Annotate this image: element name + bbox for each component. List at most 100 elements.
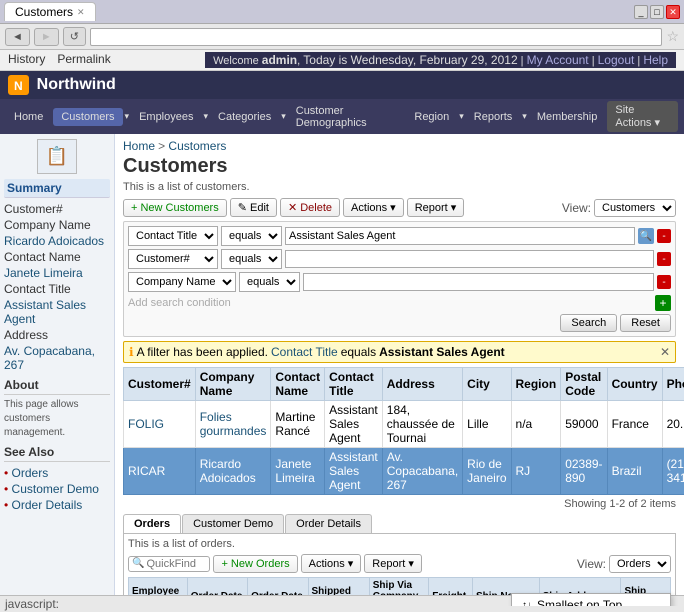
company-link-folig[interactable]: Folies gourmandes — [200, 410, 267, 438]
new-customers-btn[interactable]: + New Customers — [123, 199, 227, 217]
help-link[interactable]: Help — [643, 53, 668, 67]
sidebar-field-8: Av. Copacabana, 267 — [4, 343, 110, 373]
filter-value-1[interactable] — [285, 227, 635, 245]
welcome-text: Welcome admin, Today is Wednesday, Febru… — [205, 52, 676, 68]
refresh-btn[interactable]: ↺ — [63, 27, 86, 46]
col-contact[interactable]: Contact Name — [271, 368, 325, 401]
logout-link[interactable]: Logout — [598, 53, 635, 67]
col-city[interactable]: City — [463, 368, 511, 401]
edit-btn[interactable]: ✎ Edit — [230, 198, 277, 217]
orders-actions-btn[interactable]: Actions ▾ — [301, 554, 362, 573]
nav-employees[interactable]: Employees — [131, 108, 201, 126]
main-content: Home > Customers Customers This is a lis… — [115, 134, 684, 606]
summary-title[interactable]: Summary — [4, 179, 110, 198]
reset-btn[interactable]: Reset — [620, 314, 671, 332]
filter-remove-1[interactable]: - — [657, 229, 671, 243]
dropdown-sort-asc[interactable]: ↑↓ Smallest on Top — [512, 594, 670, 606]
col-address[interactable]: Address — [382, 368, 462, 401]
nav-home[interactable]: Home — [6, 108, 51, 126]
see-also-order-details-link[interactable]: Order Details — [12, 498, 83, 512]
my-account-link[interactable]: My Account — [527, 53, 589, 67]
filter-op-1[interactable]: equals — [221, 226, 282, 246]
site-actions-btn[interactable]: Site Actions ▾ — [607, 101, 678, 132]
report-btn[interactable]: Report ▾ — [407, 198, 465, 217]
quickfind-icon: 🔍 — [132, 558, 144, 569]
add-condition-btn[interactable]: + — [655, 295, 671, 311]
browser-links-bar: History Permalink Welcome admin, Today i… — [0, 50, 684, 71]
nav-categories[interactable]: Categories — [210, 108, 279, 126]
minimize-btn[interactable]: _ — [634, 5, 648, 19]
nav-membership[interactable]: Membership — [529, 108, 606, 126]
bookmark-icon[interactable]: ☆ — [666, 28, 679, 45]
filter-field-1[interactable]: Contact Title — [128, 226, 218, 246]
filter-op-2[interactable]: equals — [221, 249, 282, 269]
breadcrumb-home[interactable]: Home — [123, 139, 155, 153]
table-row[interactable]: FOLIG Folies gourmandes Martine Rancé As… — [124, 401, 684, 448]
page-icon: 📋 — [37, 139, 77, 174]
see-also-order-details[interactable]: • Order Details — [4, 497, 110, 513]
nav-categories-arrow[interactable]: ▾ — [281, 111, 286, 122]
see-also-orders[interactable]: • Orders — [4, 465, 110, 481]
customer-link-folig[interactable]: FOLIG — [128, 417, 164, 431]
col-postal[interactable]: Postal Code — [561, 368, 607, 401]
col-country[interactable]: Country — [607, 368, 662, 401]
col-title[interactable]: Contact Title — [325, 368, 383, 401]
nav-reports[interactable]: Reports — [466, 108, 521, 126]
about-text: This page allows customers management. — [4, 398, 110, 440]
customer-link-ricar[interactable]: RICAR — [128, 464, 165, 478]
address-bar[interactable]: localhost:22608/Pages/Customers.aspx — [90, 28, 662, 46]
breadcrumb-customers[interactable]: Customers — [168, 139, 226, 153]
nav-region-arrow[interactable]: ▾ — [459, 111, 464, 122]
filter-value-3[interactable] — [303, 273, 654, 291]
tab-close-icon[interactable]: ✕ — [77, 7, 85, 18]
ship-city-dropdown: ↑↓ Smallest on Top ↓↑ Largest on Top Cle… — [511, 593, 671, 606]
see-also-orders-link[interactable]: Orders — [12, 466, 49, 480]
col-phone[interactable]: Phone — [662, 368, 684, 401]
filter-row-2: Customer# equals - — [128, 249, 671, 269]
breadcrumb: Home > Customers — [123, 139, 676, 153]
filter-notice-link[interactable]: Contact Title — [271, 345, 338, 359]
filter-remove-2[interactable]: - — [657, 252, 671, 266]
permalink-link[interactable]: Permalink — [57, 52, 110, 68]
filter-value-2[interactable] — [285, 250, 654, 268]
nav-employees-arrow[interactable]: ▾ — [203, 111, 208, 122]
tab-order-details[interactable]: Order Details — [285, 514, 372, 533]
filter-remove-3[interactable]: - — [657, 275, 671, 289]
orders-report-btn[interactable]: Report ▾ — [364, 554, 422, 573]
nav-customers[interactable]: Customers — [53, 108, 122, 126]
col-region[interactable]: Region — [511, 368, 561, 401]
nav-region[interactable]: Region — [406, 108, 457, 126]
col-company[interactable]: Company Name — [195, 368, 271, 401]
customers-toolbar: + New Customers ✎ Edit ✕ Delete Actions … — [123, 198, 676, 217]
col-customer[interactable]: Customer# — [124, 368, 196, 401]
forward-btn[interactable]: ► — [34, 28, 59, 46]
maximize-btn[interactable]: □ — [650, 5, 664, 19]
filter-op-3[interactable]: equals — [239, 272, 300, 292]
delete-btn[interactable]: ✕ Delete — [280, 198, 340, 217]
filter-field-3[interactable]: Company Name — [128, 272, 236, 292]
nav-customer-demographics[interactable]: Customer Demographics — [288, 102, 405, 132]
sidebar-field-3: Contact Name — [4, 249, 110, 265]
browser-tab[interactable]: Customers ✕ — [4, 2, 96, 21]
table-row[interactable]: RICAR Ricardo Adoicados Janete Limeira A… — [124, 448, 684, 495]
filter-search-icon-1[interactable]: 🔍 — [638, 228, 654, 244]
nav-customers-arrow[interactable]: ▾ — [125, 111, 130, 122]
search-btn[interactable]: Search — [560, 314, 617, 332]
tab-customer-demo[interactable]: Customer Demo — [182, 514, 284, 533]
back-btn[interactable]: ◄ — [5, 28, 30, 46]
orders-view-select[interactable]: Orders — [609, 555, 671, 573]
see-also-customer-demo[interactable]: • Customer Demo — [4, 481, 110, 497]
history-link[interactable]: History — [8, 52, 45, 68]
tab-orders[interactable]: Orders — [123, 514, 181, 533]
filter-field-2[interactable]: Customer# — [128, 249, 218, 269]
filter-notice-close[interactable]: ✕ — [660, 345, 670, 359]
quickfind-input[interactable] — [146, 558, 206, 570]
new-orders-btn[interactable]: + New Orders — [213, 555, 297, 573]
close-btn[interactable]: ✕ — [666, 5, 680, 19]
actions-btn[interactable]: Actions ▾ — [343, 198, 404, 217]
see-also-customer-demo-link[interactable]: Customer Demo — [12, 482, 99, 496]
company-link-ricar[interactable]: Ricardo Adoicados — [200, 457, 256, 485]
nav-reports-arrow[interactable]: ▾ — [522, 111, 527, 122]
customers-table: Customer# Company Name Contact Name Cont… — [123, 367, 684, 495]
view-select[interactable]: Customers — [594, 199, 676, 217]
